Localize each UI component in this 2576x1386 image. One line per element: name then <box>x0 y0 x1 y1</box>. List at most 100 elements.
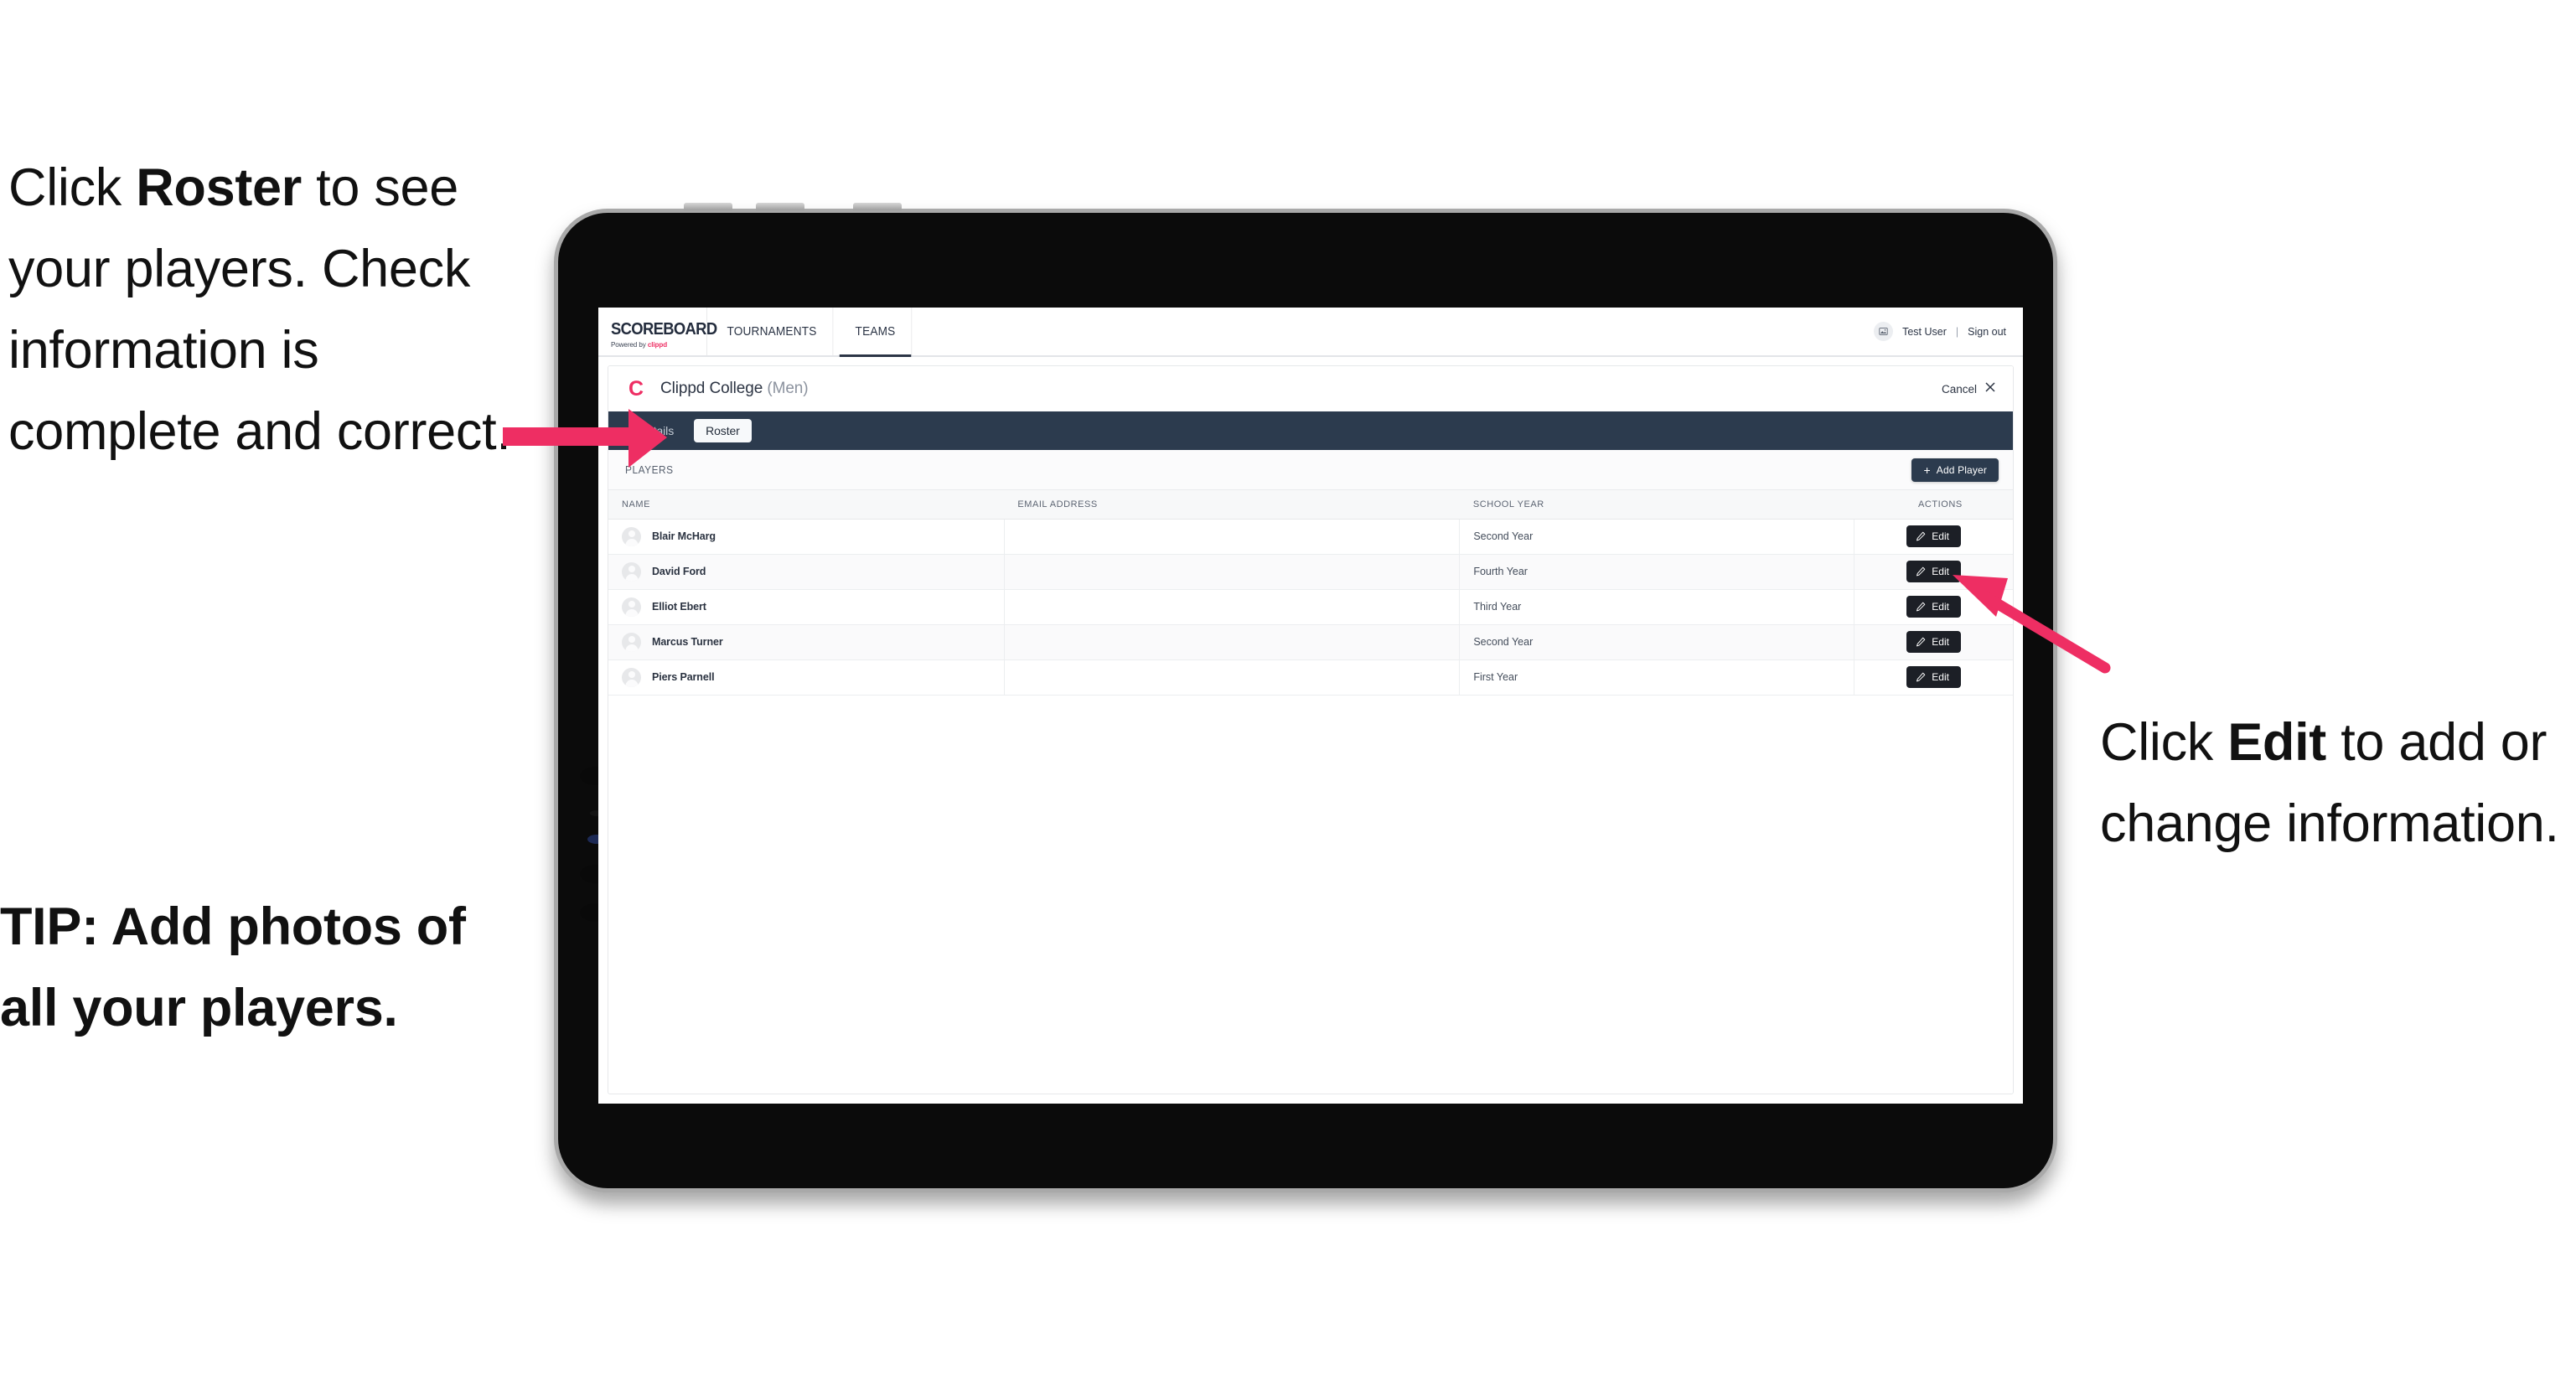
pencil-icon <box>1916 566 1926 577</box>
tab-details[interactable]: Details <box>627 419 685 442</box>
screenshot-canvas: Click Roster to see your players. Check … <box>0 0 2576 1386</box>
cell-name: Piers Parnell <box>608 659 1005 696</box>
callout-edit: Click Edit to add or change information. <box>2100 702 2576 865</box>
person-avatar-placeholder-icon <box>622 526 641 546</box>
table-row: Blair McHarg Second Year Edit <box>608 519 2013 555</box>
cell-name: David Ford <box>608 554 1005 590</box>
players-section-title: PLAYERS <box>625 463 674 476</box>
add-player-button[interactable]: + Add Player <box>1911 458 1999 482</box>
column-header-school-year: SCHOOL YEAR <box>1459 490 1854 520</box>
cell-actions: Edit <box>1854 624 2013 660</box>
callout-roster-pre: Click <box>8 158 137 217</box>
broken-image-icon[interactable] <box>1874 322 1894 341</box>
pencil-icon <box>1916 672 1926 682</box>
player-school-year-label: First Year <box>1473 671 1518 683</box>
player-name-label: Marcus Turner <box>652 636 723 648</box>
players-table: NAME EMAIL ADDRESS SCHOOL YEAR ACTIONS B… <box>608 490 2013 696</box>
column-header-email: EMAIL ADDRESS <box>1004 490 1460 520</box>
account-divider: | <box>1955 325 1959 338</box>
person-avatar-placeholder-icon <box>622 597 641 617</box>
team-title: Clippd College (Men) <box>660 380 809 398</box>
powered-by-brand: clippd <box>647 340 668 349</box>
callout-roster: Click Roster to see your players. Check … <box>8 147 545 473</box>
cell-actions: Edit <box>1854 589 2013 625</box>
callout-edit-pre: Click <box>2100 713 2228 772</box>
players-toolbar: PLAYERS + Add Player <box>608 450 2013 490</box>
player-school-year-label: Third Year <box>1473 601 1522 613</box>
topnav-item-teams[interactable]: TEAMS <box>839 308 913 357</box>
logo-powered-by: Powered by clippd <box>611 340 701 349</box>
tablet-top-button-3 <box>853 203 902 210</box>
cell-school-year: Second Year <box>1459 519 1855 555</box>
player-name-label: Blair McHarg <box>652 530 716 542</box>
person-avatar-placeholder-icon <box>622 632 641 652</box>
username-label: Test User <box>1902 325 1947 338</box>
edit-player-button[interactable]: Edit <box>1906 596 1961 618</box>
player-school-year-label: Second Year <box>1473 636 1534 648</box>
callout-roster-bold: Roster <box>136 158 302 217</box>
browser-viewport: SCOREBOARD Powered by clippd TOURNAMENTS… <box>598 308 2023 1104</box>
close-icon <box>1984 381 1996 396</box>
table-header-row: NAME EMAIL ADDRESS SCHOOL YEAR ACTIONS <box>608 490 2013 520</box>
cell-name: Elliot Ebert <box>608 589 1005 625</box>
cell-name: Marcus Turner <box>608 624 1005 660</box>
cell-email <box>1004 624 1461 660</box>
cell-email <box>1004 589 1461 625</box>
player-name-label: David Ford <box>652 566 706 577</box>
cell-email <box>1004 519 1461 555</box>
tab-roster[interactable]: Roster <box>694 419 752 442</box>
team-title-gender: (Men) <box>767 380 809 397</box>
cell-school-year: Second Year <box>1459 624 1855 660</box>
edit-player-button[interactable]: Edit <box>1906 631 1961 653</box>
pencil-icon <box>1916 637 1926 647</box>
edit-button-label: Edit <box>1932 530 1949 542</box>
pencil-icon <box>1916 531 1926 541</box>
powered-by-prefix: Powered by <box>611 340 648 349</box>
scoreboard-logo[interactable]: SCOREBOARD Powered by clippd <box>598 308 717 355</box>
callout-tip: TIP: Add photos of all your players. <box>0 897 466 1037</box>
table-row: David Ford Fourth Year Edit <box>608 554 2013 590</box>
tablet-top-button-2 <box>756 203 804 210</box>
person-avatar-placeholder-icon <box>622 561 641 582</box>
pencil-icon <box>1916 602 1926 612</box>
player-school-year-label: Fourth Year <box>1473 566 1528 577</box>
team-header: C Clippd College (Men) Cancel <box>608 366 2013 411</box>
edit-button-label: Edit <box>1932 566 1949 577</box>
cell-school-year: Fourth Year <box>1459 554 1855 590</box>
callout-edit-bold: Edit <box>2227 713 2326 772</box>
table-row: Marcus Turner Second Year Edit <box>608 624 2013 660</box>
person-avatar-placeholder-icon <box>622 667 641 687</box>
edit-button-label: Edit <box>1932 671 1949 683</box>
cell-school-year: First Year <box>1459 659 1855 696</box>
add-player-label: Add Player <box>1936 463 1987 476</box>
edit-player-button[interactable]: Edit <box>1906 561 1961 582</box>
cell-actions: Edit <box>1854 659 2013 696</box>
team-subtab-bar: Details Roster <box>608 411 2013 450</box>
logo-wordmark: SCOREBOARD <box>611 320 717 339</box>
cell-email <box>1004 554 1461 590</box>
cell-name: Blair McHarg <box>608 519 1005 555</box>
edit-button-label: Edit <box>1932 601 1949 613</box>
player-school-year-label: Second Year <box>1473 530 1534 542</box>
table-row: Piers Parnell First Year Edit <box>608 659 2013 696</box>
players-table-head: NAME EMAIL ADDRESS SCHOOL YEAR ACTIONS <box>608 490 2013 520</box>
account-area: Test User | Sign out <box>1874 308 2023 355</box>
topnav-item-tournaments[interactable]: TOURNAMENTS <box>711 308 834 355</box>
team-detail-card: C Clippd College (Men) Cancel Details Ro… <box>608 365 2014 1094</box>
edit-button-label: Edit <box>1932 636 1949 648</box>
column-header-name: NAME <box>608 490 1005 520</box>
players-table-body: Blair McHarg Second Year Edit David Ford Fou… <box>608 519 2013 696</box>
table-row: Elliot Ebert Third Year Edit <box>608 589 2013 625</box>
player-name-label: Piers Parnell <box>652 671 715 683</box>
tablet-device-frame: SCOREBOARD Powered by clippd TOURNAMENTS… <box>554 203 2057 1192</box>
clippd-c-logo-icon: C <box>628 377 644 401</box>
plus-icon: + <box>1923 463 1931 477</box>
app-header: SCOREBOARD Powered by clippd TOURNAMENTS… <box>598 308 2023 357</box>
edit-player-button[interactable]: Edit <box>1906 525 1961 547</box>
edit-player-button[interactable]: Edit <box>1906 666 1961 688</box>
team-title-name: Clippd College <box>660 380 763 397</box>
cell-email <box>1004 659 1461 696</box>
cancel-button[interactable]: Cancel <box>1942 381 1996 396</box>
cell-actions: Edit <box>1854 554 2013 590</box>
sign-out-link[interactable]: Sign out <box>1968 326 2006 338</box>
